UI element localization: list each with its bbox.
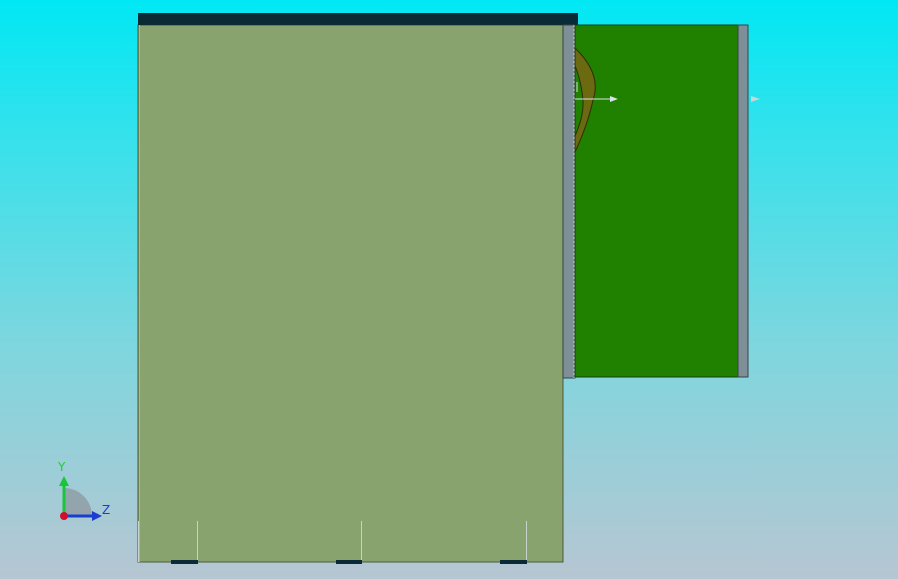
side-block-face[interactable] [574, 24, 739, 378]
reference-point-arrowhead [751, 96, 760, 102]
end-flange[interactable] [737, 24, 749, 378]
triad-origin [60, 512, 68, 520]
triad-z-label: Z [102, 503, 111, 517]
triad-quarter-disc [64, 488, 92, 516]
bottom-tab-3[interactable] [500, 560, 527, 564]
main-plate-face[interactable] [137, 24, 564, 563]
bottom-tab-2[interactable] [336, 560, 362, 564]
model-view[interactable] [0, 0, 898, 579]
orientation-triad[interactable]: Y Z [52, 458, 116, 528]
triad-y-arrowhead [59, 476, 69, 486]
triad-y-label: Y [58, 460, 66, 474]
vertical-flange[interactable] [562, 24, 576, 379]
graphics-viewport[interactable]: Y Z [0, 0, 898, 579]
top-cap-bar[interactable] [138, 13, 578, 25]
triad-z-arrowhead [92, 511, 102, 521]
bottom-tab-1[interactable] [171, 560, 198, 564]
